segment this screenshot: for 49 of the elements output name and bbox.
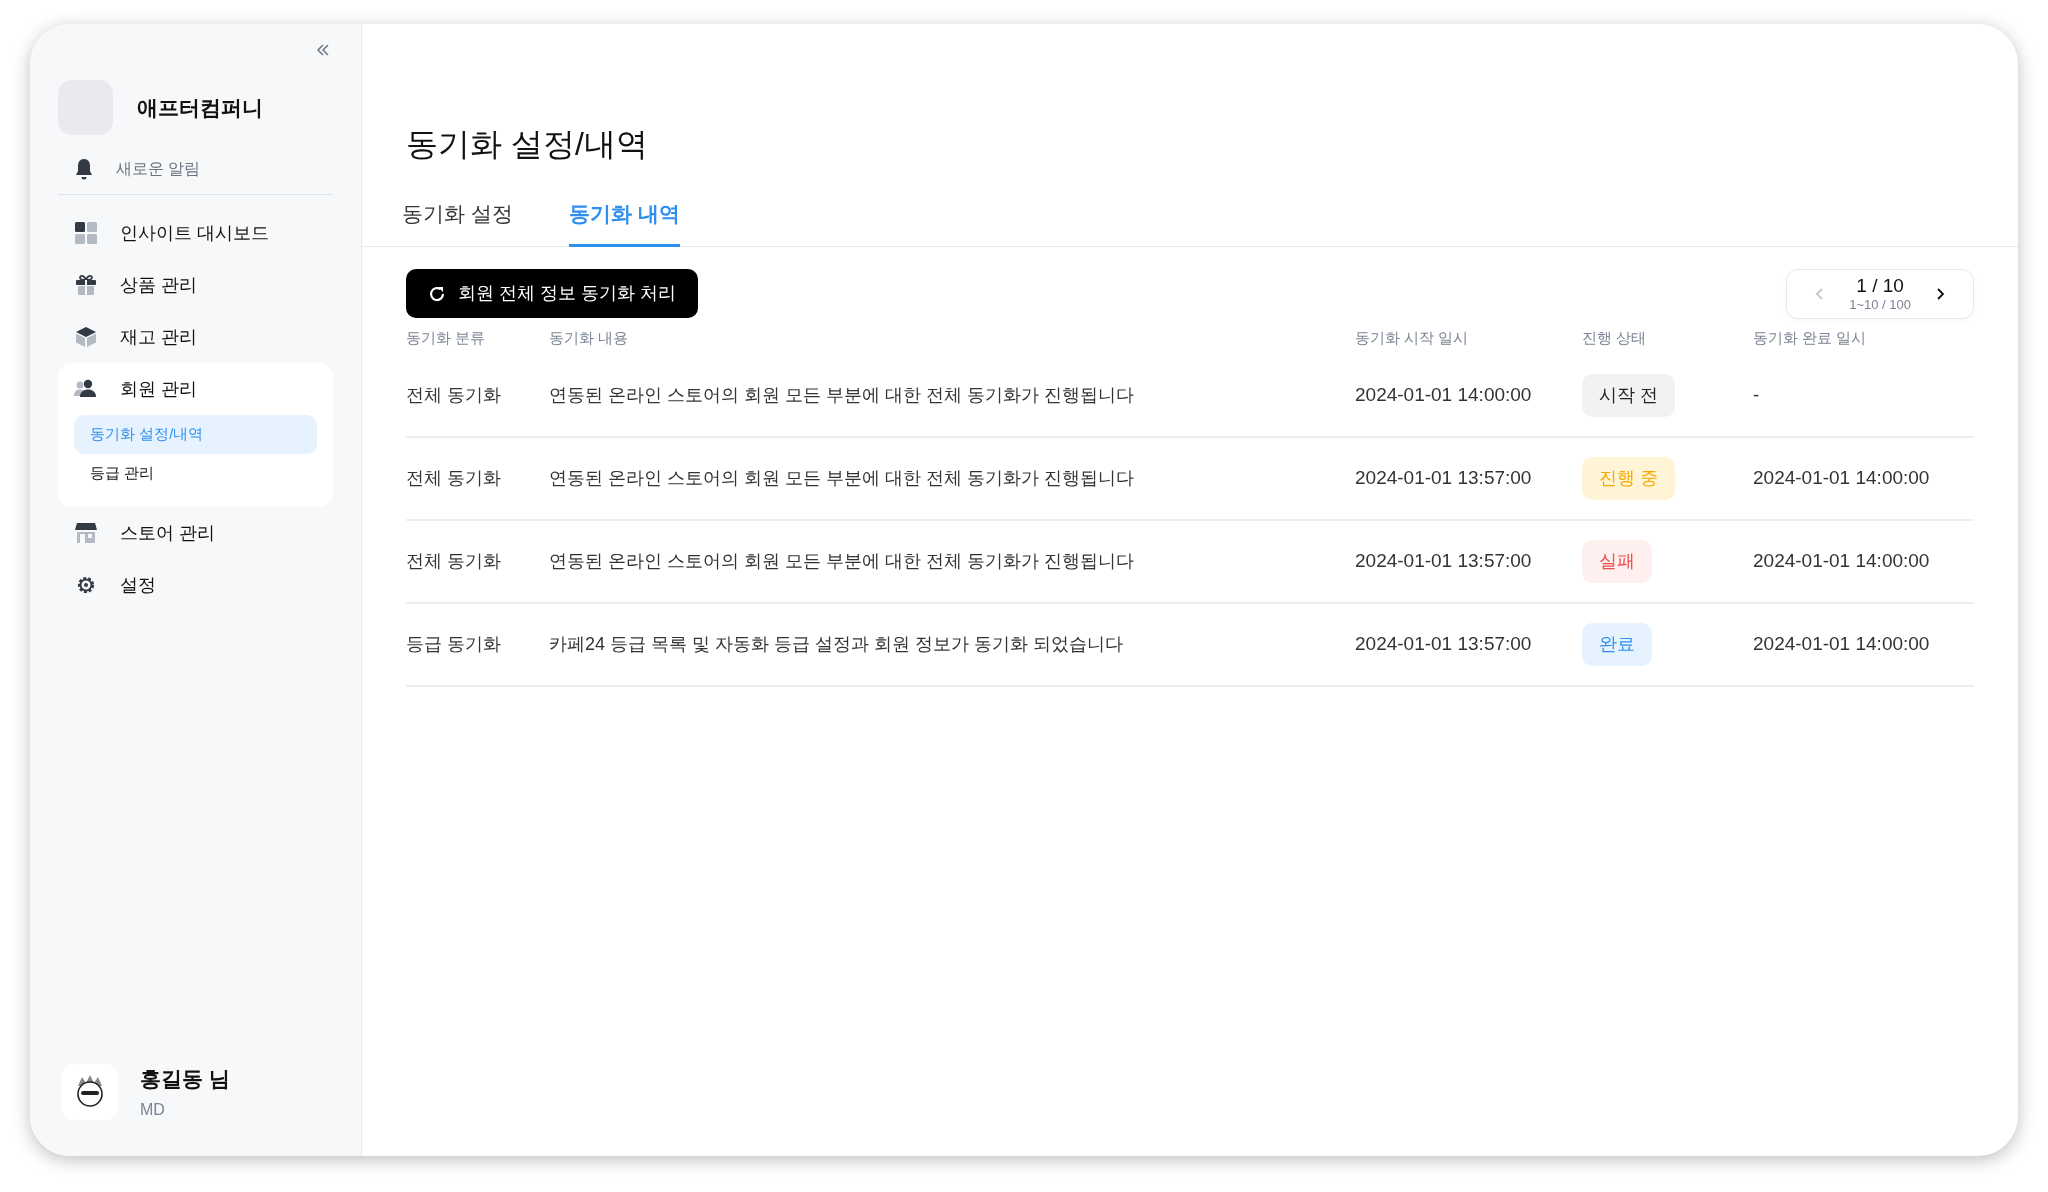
column-header: 동기화 분류	[406, 328, 487, 349]
page-title: 동기화 설정/내역	[405, 128, 649, 160]
table-cell-text: 등급 동기화	[406, 632, 502, 656]
tab[interactable]: 동기화 설정	[402, 198, 513, 247]
sidebar-item[interactable]: 설정	[120, 571, 156, 599]
sidebar-item[interactable]: 상품 관리	[120, 271, 197, 299]
table-cell-text: 2024-01-01 14:00:00	[1753, 465, 1931, 490]
submenu-item[interactable]: 등급 관리	[74, 454, 317, 493]
refresh-icon	[428, 284, 446, 303]
column-header: 진행 상태	[1582, 328, 1648, 349]
table-cell-text: 2024-01-01 14:00:00	[1753, 631, 1931, 656]
sidebar-item[interactable]: 회원 관리	[120, 375, 197, 403]
table-cell-text: 2024-01-01 13:57:00	[1355, 631, 1533, 656]
user-name: 홍길동 님	[140, 1065, 230, 1092]
user-role: MD	[140, 1100, 166, 1120]
column-header: 동기화 완료 일시	[1753, 328, 1868, 349]
table-cell-text: 카페24 등급 목록 및 자동화 등급 설정과 회원 정보가 동기화 되었습니다	[549, 632, 1125, 656]
people-icon[interactable]	[74, 379, 98, 399]
table-cell-text: 전체 동기화	[406, 466, 502, 490]
notification-link[interactable]: 새로운 알림	[116, 156, 201, 181]
column-header: 동기화 시작 일시	[1355, 328, 1470, 349]
table-cell-text: 연동된 온라인 스토어의 회원 모든 부분에 대한 전체 동기화가 진행됩니다	[549, 383, 1135, 407]
status-badge: 진행 중	[1582, 456, 1675, 500]
page-range: 1~10 / 100	[1849, 297, 1911, 314]
grid-icon[interactable]	[74, 222, 98, 244]
next-page-icon[interactable]	[1935, 286, 1945, 301]
table-cell-text: 2024-01-01 13:57:00	[1355, 548, 1533, 573]
cube-icon[interactable]	[74, 326, 98, 348]
table-cell-text: 전체 동기화	[406, 549, 502, 573]
sidebar-item[interactable]: 인사이트 대시보드	[120, 219, 269, 247]
table-cell-text: 2024-01-01 14:00:00	[1355, 382, 1533, 407]
bell-icon[interactable]	[74, 157, 94, 180]
table-cell-text: 2024-01-01 13:57:00	[1355, 465, 1533, 490]
company-name: 애프터컴퍼니	[137, 94, 263, 121]
table-cell-text: 전체 동기화	[406, 383, 502, 407]
page-number: 1 / 10	[1856, 273, 1904, 298]
table-cell-text: -	[1753, 382, 1761, 407]
status-badge: 시작 전	[1582, 373, 1675, 417]
store-icon[interactable]	[74, 522, 98, 544]
status-badge: 완료	[1582, 622, 1652, 666]
table-cell-text: 2024-01-01 14:00:00	[1753, 548, 1931, 573]
column-header: 동기화 내용	[549, 328, 630, 349]
sidebar-item[interactable]: 스토어 관리	[120, 519, 215, 547]
sync-button[interactable]: 회원 전체 정보 동기화 처리	[406, 269, 698, 318]
status-badge: 실패	[1582, 539, 1652, 583]
sidebar-item[interactable]: 재고 관리	[120, 323, 197, 351]
table-cell-text: 연동된 온라인 스토어의 회원 모든 부분에 대한 전체 동기화가 진행됩니다	[549, 466, 1135, 490]
table-cell-text: 연동된 온라인 스토어의 회원 모든 부분에 대한 전체 동기화가 진행됩니다	[549, 549, 1135, 573]
gift-icon[interactable]	[74, 274, 98, 296]
